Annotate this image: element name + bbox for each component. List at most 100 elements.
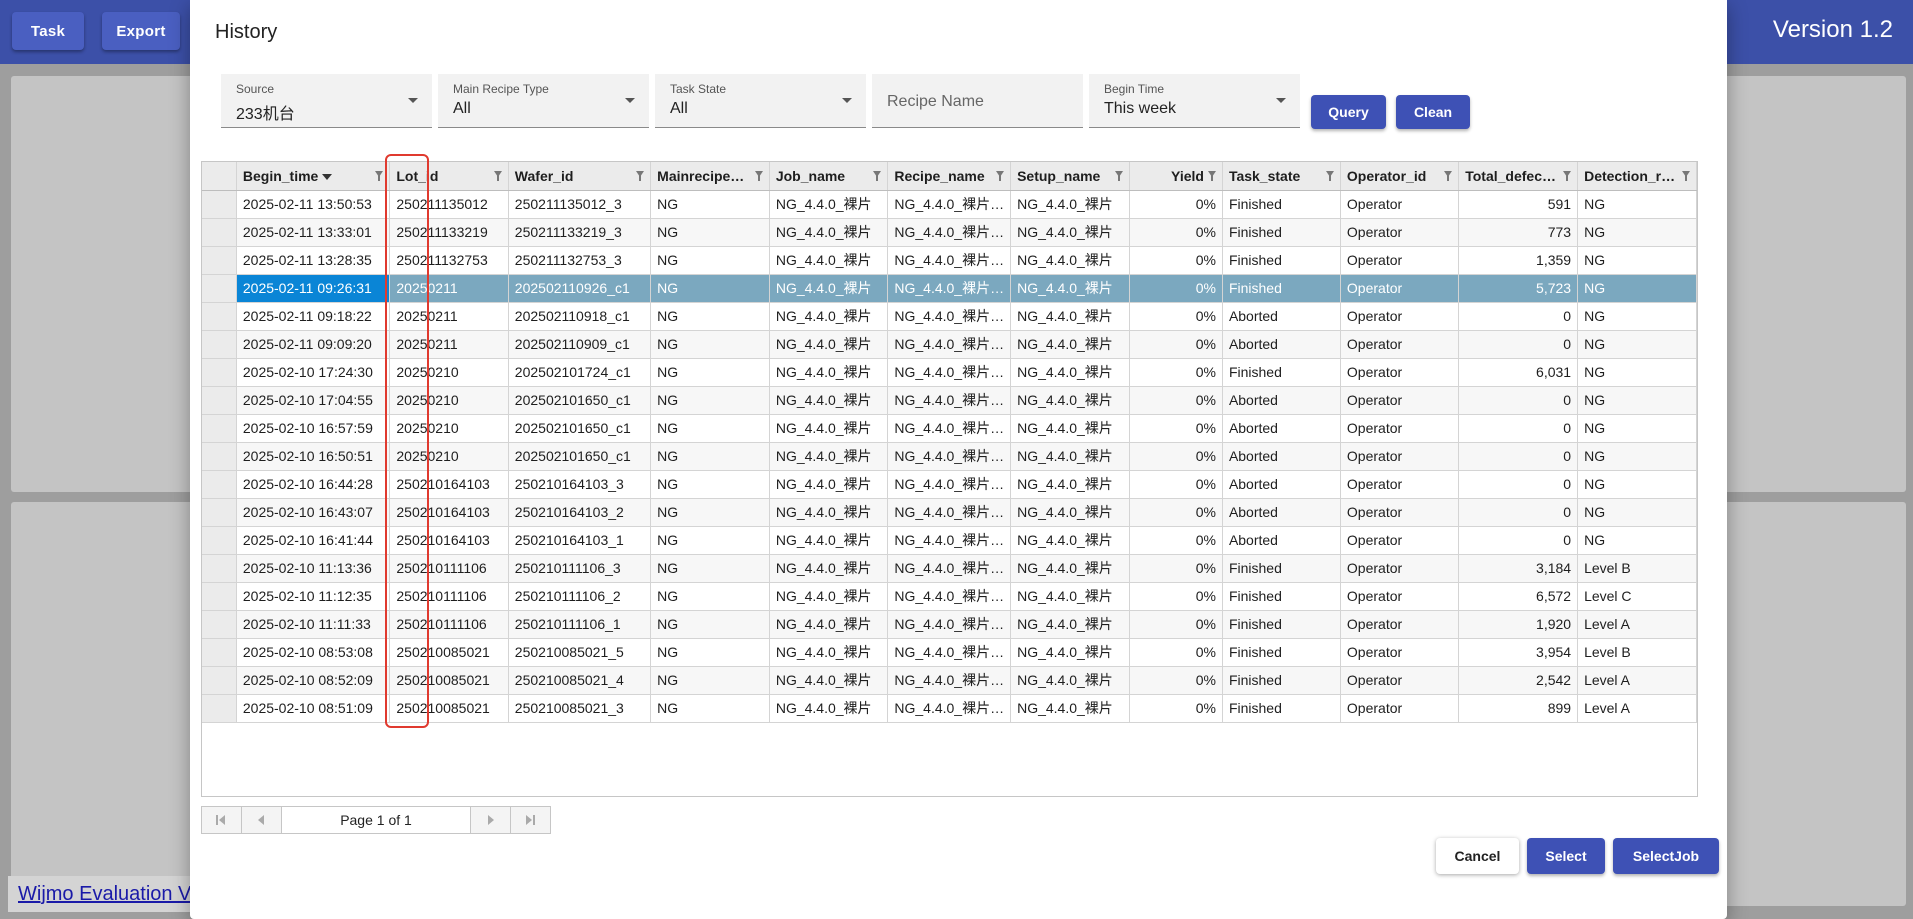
cell-operator-id[interactable]: Operator	[1340, 358, 1460, 387]
row-header[interactable]	[202, 582, 237, 611]
table-row[interactable]: 2025-02-11 13:28:35 250211132753 250211132…	[202, 246, 1697, 275]
filter-icon[interactable]	[1114, 171, 1123, 181]
table-row[interactable]: 2025-02-11 09:18:22 20250211 202502110918_…	[202, 302, 1697, 331]
table-row[interactable]: 2025-02-10 08:51:09 250210085021 250210085…	[202, 694, 1697, 723]
cell-lot-id[interactable]: 20250210	[389, 442, 509, 471]
cell-setup-name[interactable]: NG_4.4.0_裸片	[1010, 694, 1130, 723]
cell-mainrecipe[interactable]: NG	[650, 442, 770, 471]
filter-icon[interactable]	[754, 171, 763, 181]
row-header[interactable]	[202, 190, 237, 219]
cell-mainrecipe[interactable]: NG	[650, 386, 770, 415]
cell-detection-result[interactable]: NG	[1577, 442, 1697, 471]
row-header[interactable]	[202, 498, 237, 527]
cell-begin-time[interactable]: 2025-02-11 13:33:01	[236, 218, 391, 247]
cell-task-state[interactable]: Aborted	[1222, 414, 1341, 443]
row-header[interactable]	[202, 638, 237, 667]
cell-recipe-name[interactable]: NG_4.4.0_裸片…	[887, 442, 1012, 471]
cell-mainrecipe[interactable]: NG	[650, 330, 770, 359]
col-header-total-defect[interactable]: Total_defec…	[1458, 162, 1579, 191]
cell-setup-name[interactable]: NG_4.4.0_裸片	[1010, 190, 1130, 219]
cell-setup-name[interactable]: NG_4.4.0_裸片	[1010, 358, 1130, 387]
cell-total-defect[interactable]: 0	[1458, 470, 1579, 499]
cell-lot-id[interactable]: 250211132753	[389, 246, 509, 275]
table-row[interactable]: 2025-02-10 11:11:33 250210111106 250210111…	[202, 610, 1697, 639]
cell-job-name[interactable]: NG_4.4.0_裸片	[769, 330, 889, 359]
cell-total-defect[interactable]: 5,723	[1458, 274, 1579, 303]
cell-yield[interactable]: 0%	[1129, 330, 1223, 359]
cell-task-state[interactable]: Finished	[1222, 274, 1341, 303]
cell-begin-time[interactable]: 2025-02-11 13:50:53	[236, 190, 391, 219]
cell-setup-name[interactable]: NG_4.4.0_裸片	[1010, 666, 1130, 695]
next-page-button[interactable]	[470, 807, 510, 833]
cell-wafer-id[interactable]: 202502101650_c1	[508, 386, 652, 415]
cell-task-state[interactable]: Finished	[1222, 582, 1341, 611]
cell-begin-time[interactable]: 2025-02-11 09:09:20	[236, 330, 391, 359]
cell-recipe-name[interactable]: NG_4.4.0_裸片…	[887, 302, 1012, 331]
cell-total-defect[interactable]: 6,572	[1458, 582, 1579, 611]
cell-wafer-id[interactable]: 250210111106_1	[508, 610, 652, 639]
cell-operator-id[interactable]: Operator	[1340, 526, 1460, 555]
cell-mainrecipe[interactable]: NG	[650, 414, 770, 443]
cell-operator-id[interactable]: Operator	[1340, 302, 1460, 331]
cell-mainrecipe[interactable]: NG	[650, 274, 770, 303]
main-recipe-type-select[interactable]: Main Recipe Type All	[438, 74, 649, 128]
cell-job-name[interactable]: NG_4.4.0_裸片	[769, 554, 889, 583]
cell-task-state[interactable]: Finished	[1222, 666, 1341, 695]
cell-wafer-id[interactable]: 250211135012_3	[508, 190, 652, 219]
cell-detection-result[interactable]: Level A	[1577, 610, 1697, 639]
cell-task-state[interactable]: Finished	[1222, 554, 1341, 583]
col-header-wafer-id[interactable]: Wafer_id	[508, 162, 652, 191]
cell-yield[interactable]: 0%	[1129, 582, 1223, 611]
cell-setup-name[interactable]: NG_4.4.0_裸片	[1010, 414, 1130, 443]
cell-begin-time[interactable]: 2025-02-10 11:13:36	[236, 554, 391, 583]
last-page-button[interactable]	[510, 807, 550, 833]
cell-begin-time[interactable]: 2025-02-10 08:53:08	[236, 638, 391, 667]
row-header[interactable]	[202, 610, 237, 639]
cell-task-state[interactable]: Finished	[1222, 190, 1341, 219]
cell-detection-result[interactable]: NG	[1577, 358, 1697, 387]
cell-detection-result[interactable]: NG	[1577, 526, 1697, 555]
filter-icon[interactable]	[996, 171, 1005, 181]
cell-job-name[interactable]: NG_4.4.0_裸片	[769, 498, 889, 527]
task-state-select[interactable]: Task State All	[655, 74, 866, 128]
cell-yield[interactable]: 0%	[1129, 246, 1223, 275]
cell-operator-id[interactable]: Operator	[1340, 190, 1460, 219]
cell-begin-time[interactable]: 2025-02-10 16:41:44	[236, 526, 391, 555]
cell-detection-result[interactable]: Level B	[1577, 554, 1697, 583]
cell-detection-result[interactable]: NG	[1577, 218, 1697, 247]
cell-begin-time[interactable]: 2025-02-10 11:11:33	[236, 610, 391, 639]
cell-task-state[interactable]: Finished	[1222, 694, 1341, 723]
row-header[interactable]	[202, 526, 237, 555]
cell-mainrecipe[interactable]: NG	[650, 554, 770, 583]
table-row[interactable]: 2025-02-10 16:44:28 250210164103 250210164…	[202, 470, 1697, 499]
cell-total-defect[interactable]: 0	[1458, 330, 1579, 359]
cell-mainrecipe[interactable]: NG	[650, 694, 770, 723]
cell-yield[interactable]: 0%	[1129, 414, 1223, 443]
cell-wafer-id[interactable]: 250211133219_3	[508, 218, 652, 247]
cell-begin-time[interactable]: 2025-02-10 11:12:35	[236, 582, 391, 611]
row-header[interactable]	[202, 470, 237, 499]
cell-wafer-id[interactable]: 250210085021_4	[508, 666, 652, 695]
cell-job-name[interactable]: NG_4.4.0_裸片	[769, 638, 889, 667]
select-button[interactable]: Select	[1527, 838, 1605, 874]
cell-setup-name[interactable]: NG_4.4.0_裸片	[1010, 274, 1130, 303]
cell-total-defect[interactable]: 0	[1458, 498, 1579, 527]
cell-begin-time[interactable]: 2025-02-10 17:24:30	[236, 358, 391, 387]
filter-icon[interactable]	[1563, 171, 1572, 181]
cell-setup-name[interactable]: NG_4.4.0_裸片	[1010, 610, 1130, 639]
cell-job-name[interactable]: NG_4.4.0_裸片	[769, 386, 889, 415]
history-grid[interactable]: Begin_time Lot_id Wafer_id Mainrecipe… J…	[201, 161, 1698, 797]
cell-recipe-name[interactable]: NG_4.4.0_裸片…	[887, 190, 1012, 219]
cell-total-defect[interactable]: 0	[1458, 414, 1579, 443]
cell-operator-id[interactable]: Operator	[1340, 582, 1460, 611]
begin-time-select[interactable]: Begin Time This week	[1089, 74, 1300, 128]
row-header[interactable]	[202, 386, 237, 415]
row-header[interactable]	[202, 274, 237, 303]
select-job-button[interactable]: SelectJob	[1613, 838, 1719, 874]
col-header-lot-id[interactable]: Lot_id	[389, 162, 509, 191]
cell-operator-id[interactable]: Operator	[1340, 470, 1460, 499]
cell-operator-id[interactable]: Operator	[1340, 694, 1460, 723]
cell-lot-id[interactable]: 250211133219	[389, 218, 509, 247]
cell-begin-time[interactable]: 2025-02-10 08:51:09	[236, 694, 391, 723]
cancel-button[interactable]: Cancel	[1436, 838, 1519, 874]
